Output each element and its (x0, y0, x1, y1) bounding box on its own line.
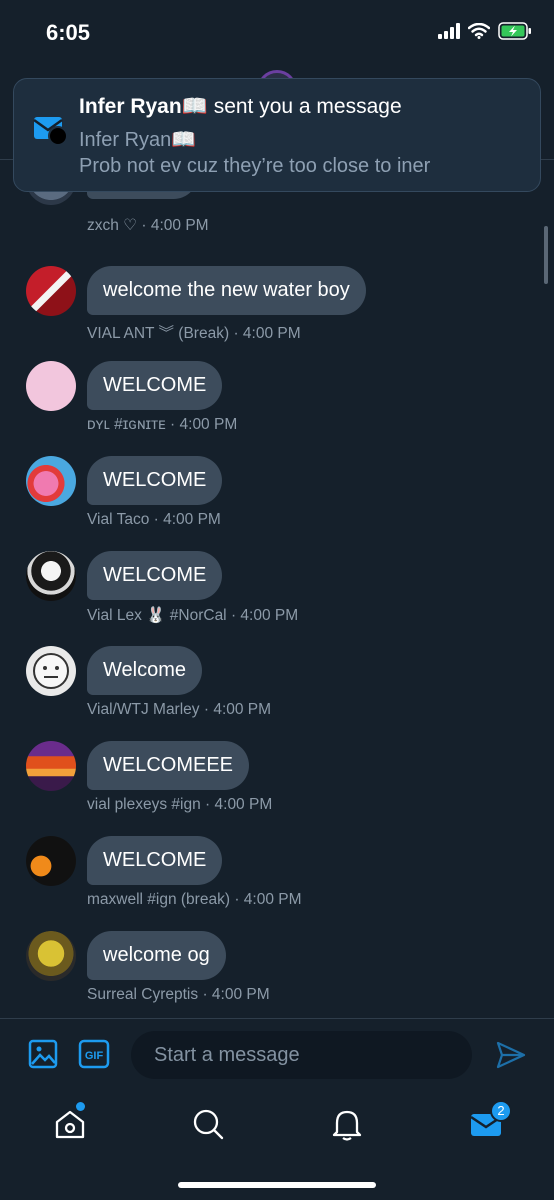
status-time: 6:05 (46, 20, 91, 45)
user-avatar[interactable] (26, 931, 76, 981)
notification-preview: Prob not ev cuz they’re too close to ine… (79, 155, 431, 177)
battery-charging-icon (498, 22, 531, 40)
user-avatar[interactable] (26, 266, 76, 316)
message-time: · 4:00 PM (233, 325, 301, 342)
message-author: maxwell #ign (break) (87, 891, 230, 908)
notification-sender: Infer Ryan📖 (79, 95, 208, 118)
message-input[interactable] (131, 1031, 472, 1079)
message-item: welcome og Surreal Cyreptis · 4:00 PM (0, 931, 554, 1018)
message-author: VIAL ANT ︾ (Break) (87, 325, 230, 342)
tab-home[interactable] (50, 1102, 90, 1144)
message-author: Vial Taco (87, 511, 150, 528)
home-icon (55, 1110, 85, 1139)
message-bubble[interactable]: welcome og (87, 931, 226, 980)
message-author: Surreal Cyreptis (87, 986, 199, 1003)
message-time: · 4:00 PM (205, 796, 273, 813)
message-meta: Vial Lex 🐰 #NorCal · 4:00 PM (87, 606, 298, 625)
message-bubble[interactable]: WELCOME (87, 551, 223, 600)
message-time: · 4:00 PM (170, 416, 238, 433)
message-author: Vial/WTJ Marley (87, 701, 200, 718)
neutral-face-icon (33, 653, 69, 689)
notification-action: sent you a message (213, 95, 402, 118)
notification-subtitle: Infer Ryan📖 (79, 129, 197, 151)
message-bubble[interactable]: WELCOME (87, 836, 223, 885)
notification-banner[interactable]: Infer Ryan📖 sent you a message Infer Rya… (13, 78, 541, 192)
message-item: welcome the new water boy VIAL ANT ︾ (Br… (0, 266, 554, 361)
message-time: · 4:00 PM (153, 511, 221, 528)
tab-notifications[interactable] (327, 1104, 367, 1144)
home-indicator[interactable] (178, 1182, 376, 1188)
cellular-signal-icon (438, 23, 460, 39)
message-item: WELCOME maxwell #ign (break) · 4:00 PM (0, 836, 554, 931)
mail-notification-icon (33, 117, 68, 146)
message-author: Vial Lex 🐰 #NorCal (87, 607, 227, 624)
user-avatar[interactable] (26, 836, 76, 886)
message-list[interactable]: welcome zxch ♡ · 4:00 PM welcome the new… (0, 160, 554, 1018)
compose-bar: GIF (0, 1018, 554, 1092)
bell-icon (332, 1110, 362, 1141)
notification-title: Infer Ryan📖 sent you a message (79, 95, 402, 119)
search-icon (193, 1109, 224, 1140)
message-time: · 4:00 PM (141, 217, 209, 234)
tab-search[interactable] (188, 1104, 228, 1144)
message-item: Welcome Vial/WTJ Marley · 4:00 PM (0, 646, 554, 741)
message-item: WELCOMEEE vial plexeys #ign · 4:00 PM (0, 741, 554, 836)
message-item: WELCOME Vial Lex 🐰 #NorCal · 4:00 PM (0, 551, 554, 646)
status-bar: 6:05 (0, 0, 554, 66)
send-icon[interactable] (496, 1041, 526, 1069)
message-bubble[interactable]: Welcome (87, 646, 202, 695)
messages-badge: 2 (490, 1100, 512, 1122)
user-avatar[interactable] (26, 361, 76, 411)
message-author: zxch ♡ (87, 217, 138, 234)
status-icons (438, 22, 532, 40)
message-bubble[interactable]: WELCOME (87, 456, 223, 505)
message-author: ᴅʏʟ #ɪɢɴɪᴛᴇ (87, 416, 166, 433)
message-item: WELCOME Vial Taco · 4:00 PM (0, 456, 554, 551)
message-item: WELCOME ᴅʏʟ #ɪɢɴɪᴛᴇ · 4:00 PM (0, 361, 554, 456)
user-avatar[interactable] (26, 646, 76, 696)
tab-messages[interactable]: 2 (466, 1100, 512, 1144)
image-icon[interactable] (28, 1039, 58, 1069)
message-bubble[interactable]: WELCOME (87, 361, 223, 410)
message-bubble[interactable]: welcome the new water boy (87, 266, 366, 315)
message-meta: vial plexeys #ign · 4:00 PM (87, 796, 272, 814)
message-meta: maxwell #ign (break) · 4:00 PM (87, 891, 302, 909)
message-meta: Vial Taco · 4:00 PM (87, 511, 221, 529)
message-time: · 4:00 PM (230, 607, 299, 624)
message-author: vial plexeys #ign (87, 796, 201, 813)
wifi-icon (468, 23, 490, 39)
message-bubble[interactable]: WELCOMEEE (87, 741, 250, 790)
scrollbar[interactable] (544, 226, 548, 284)
user-avatar[interactable] (26, 551, 76, 601)
gif-icon[interactable]: GIF (78, 1039, 110, 1069)
message-time: · 4:00 PM (234, 891, 302, 908)
message-meta: Vial/WTJ Marley · 4:00 PM (87, 701, 271, 719)
message-meta: zxch ♡ · 4:00 PM (87, 216, 209, 235)
user-avatar[interactable] (26, 741, 76, 791)
message-meta: Surreal Cyreptis · 4:00 PM (87, 986, 270, 1004)
message-time: · 4:00 PM (203, 701, 272, 718)
svg-text:GIF: GIF (85, 1050, 104, 1062)
message-time: · 4:00 PM (202, 986, 270, 1003)
message-meta: VIAL ANT ︾ (Break) · 4:00 PM (87, 321, 301, 343)
home-notification-dot (76, 1102, 85, 1111)
user-avatar[interactable] (26, 456, 76, 506)
message-meta: ᴅʏʟ #ɪɢɴɪᴛᴇ · 4:00 PM (87, 416, 237, 434)
